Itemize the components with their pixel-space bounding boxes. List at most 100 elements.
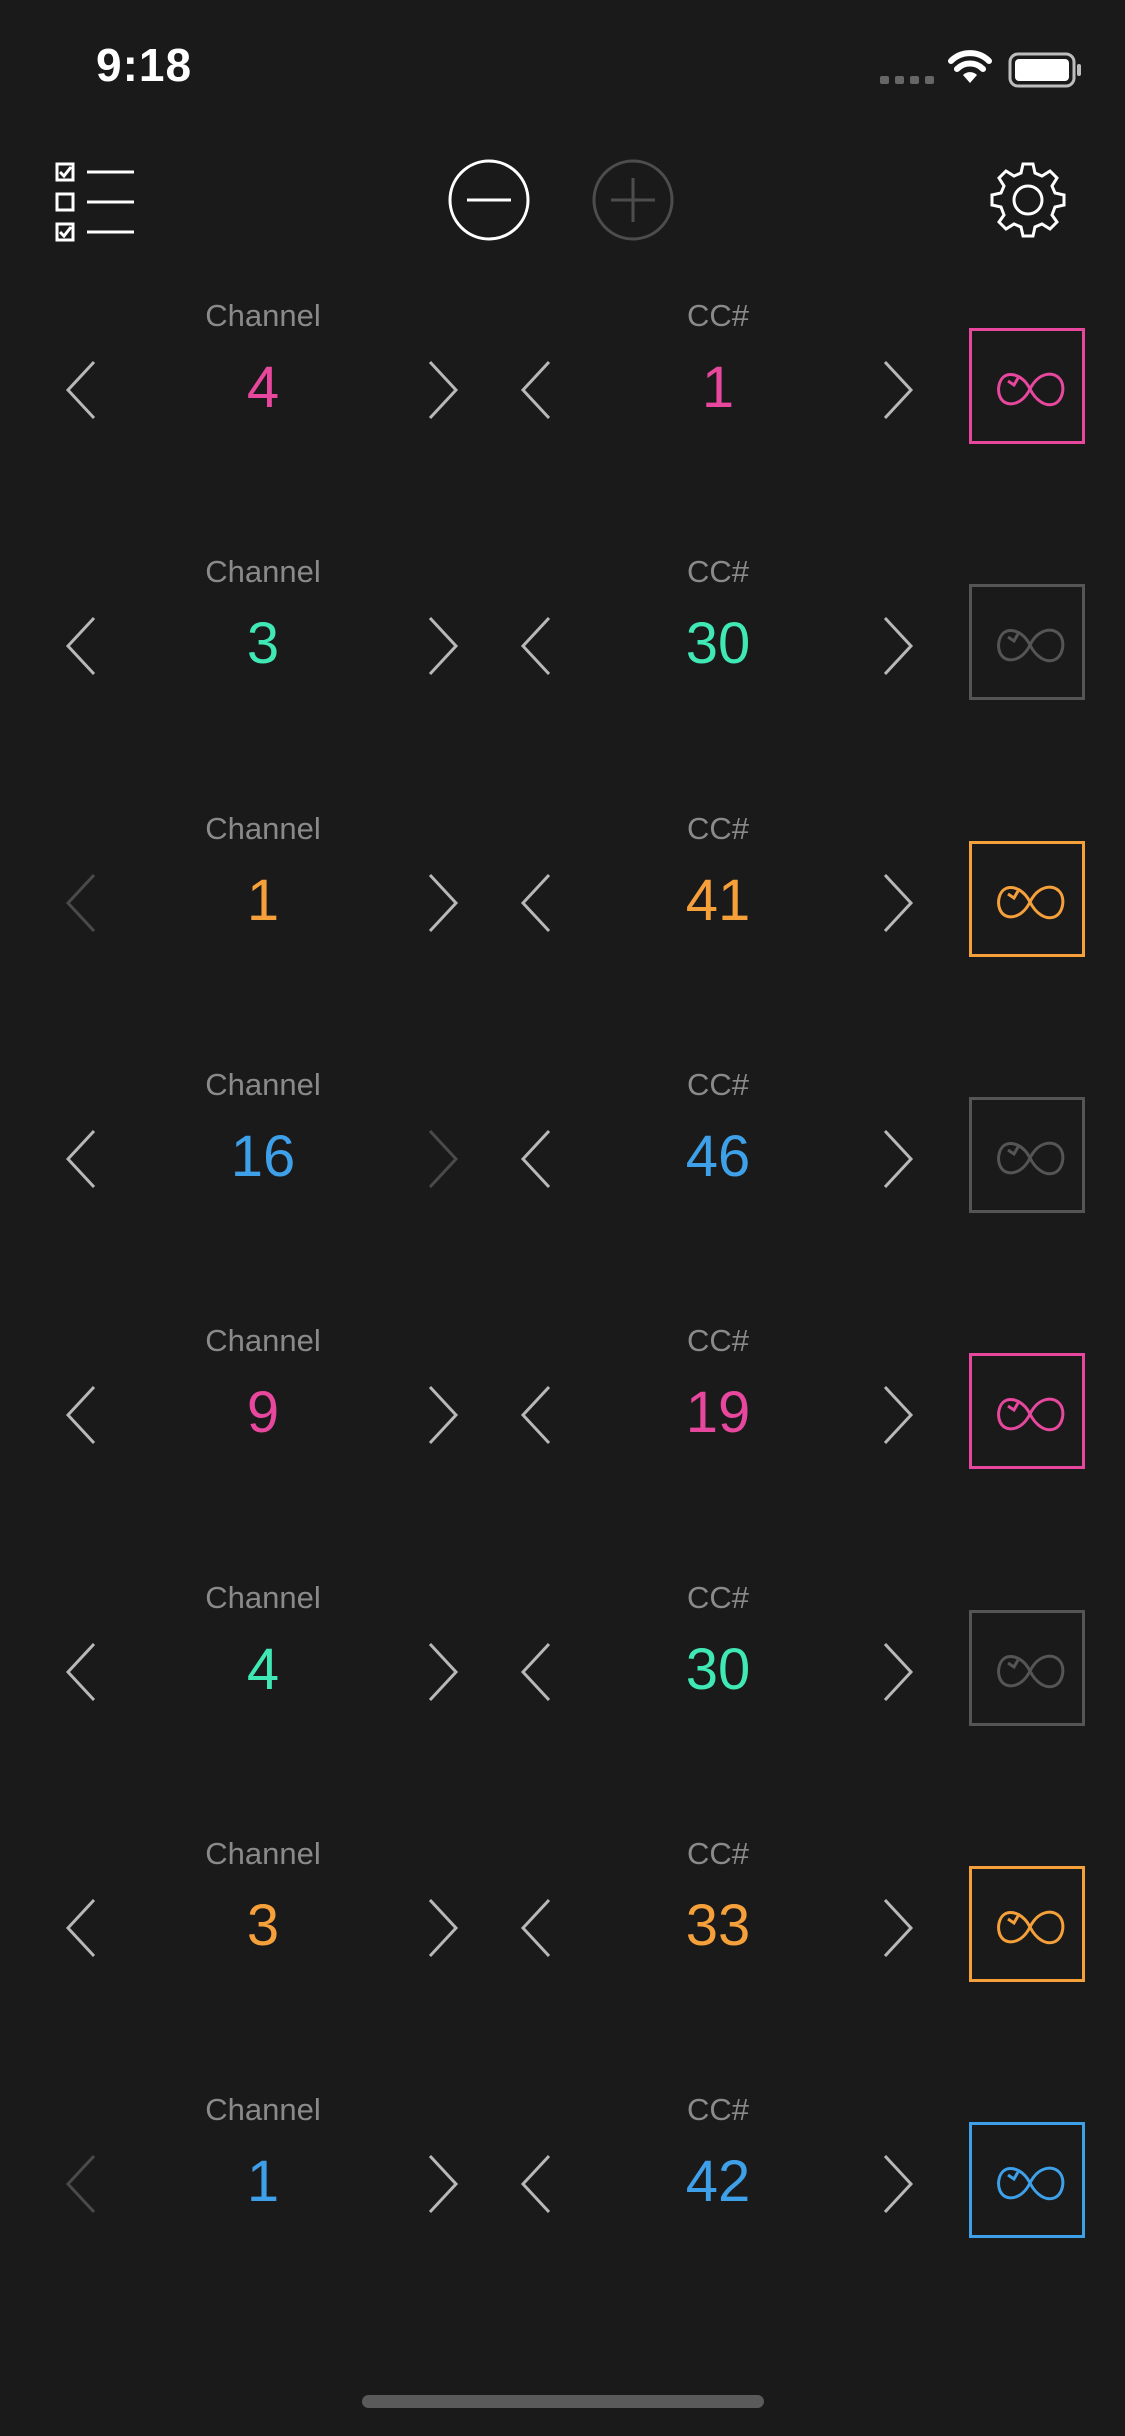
controller-row: Channel CC# 3 30 — [0, 554, 1125, 810]
channel-value: 3 — [246, 1892, 280, 1958]
channel-increment-button[interactable] — [420, 871, 464, 935]
cc-decrement-button[interactable] — [515, 1896, 559, 1960]
cc-label: CC# — [686, 1835, 749, 1871]
chevron-left-icon — [520, 1129, 551, 1188]
cc-increment-button[interactable] — [875, 871, 919, 935]
loop-toggle-button[interactable] — [969, 328, 1085, 444]
add-button[interactable] — [591, 158, 675, 247]
channel-increment-button[interactable] — [420, 1127, 464, 1191]
controller-row: Channel CC# 9 19 — [0, 1323, 1125, 1579]
channel-value: 4 — [246, 355, 280, 420]
cc-decrement-button[interactable] — [515, 1383, 559, 1447]
settings-button[interactable] — [984, 156, 1072, 249]
cc-increment-button[interactable] — [875, 1383, 919, 1447]
chevron-left-icon — [65, 2155, 96, 2214]
chevron-right-icon — [883, 873, 914, 932]
channel-label: Channel — [205, 2092, 321, 2128]
chevron-right-icon — [883, 1642, 914, 1701]
chevron-left-icon — [65, 1386, 96, 1445]
channel-decrement-button[interactable] — [60, 2152, 104, 2216]
channel-decrement-button[interactable] — [60, 358, 104, 422]
cc-increment-button[interactable] — [875, 1127, 919, 1191]
cellular-signal-icon — [880, 76, 934, 84]
cc-decrement-button[interactable] — [515, 614, 559, 678]
cc-increment-button[interactable] — [875, 1640, 919, 1704]
loop-infinity-icon — [997, 1141, 1065, 1176]
cc-increment-button[interactable] — [875, 358, 919, 422]
chevron-right-icon — [428, 1386, 459, 1445]
chevron-right-icon — [883, 617, 914, 676]
loop-infinity-icon — [997, 372, 1065, 407]
loop-infinity-icon — [997, 1654, 1065, 1688]
loop-toggle-button[interactable] — [969, 1353, 1085, 1470]
cc-decrement-button[interactable] — [515, 871, 559, 935]
minus-circle-icon — [448, 159, 530, 241]
status-time: 9:18 — [96, 39, 193, 91]
channel-increment-button[interactable] — [420, 1383, 464, 1447]
chevron-right-icon — [428, 1642, 459, 1701]
controller-row: Channel CC# 3 33 — [0, 1836, 1125, 2092]
cc-increment-button[interactable] — [875, 614, 919, 678]
chevron-right-icon — [428, 360, 459, 420]
channel-decrement-button[interactable] — [60, 614, 104, 678]
loop-toggle-button[interactable] — [969, 2122, 1085, 2239]
chevron-left-icon — [520, 1642, 551, 1701]
cc-label: CC# — [686, 1323, 749, 1359]
chevron-left-icon — [520, 2155, 551, 2214]
status-bar: 9:18 — [0, 0, 1125, 140]
loop-infinity-icon — [997, 2166, 1065, 2201]
cc-decrement-button[interactable] — [515, 1640, 559, 1704]
channel-increment-button[interactable] — [420, 358, 464, 422]
channel-decrement-button[interactable] — [60, 871, 104, 935]
channel-label: Channel — [205, 1066, 321, 1102]
remove-button[interactable] — [447, 158, 531, 247]
chevron-right-icon — [883, 360, 914, 420]
chevron-right-icon — [428, 1129, 459, 1188]
channel-increment-button[interactable] — [420, 2152, 464, 2216]
chevron-left-icon — [65, 1129, 96, 1188]
controller-row: Channel CC# 1 41 — [0, 811, 1125, 1067]
cc-value: 19 — [685, 1380, 751, 1446]
loop-toggle-button[interactable] — [969, 1609, 1085, 1726]
loop-infinity-icon — [997, 885, 1065, 919]
chevron-left-icon — [65, 1898, 96, 1957]
channel-decrement-button[interactable] — [60, 1127, 104, 1191]
chevron-right-icon — [428, 1898, 459, 1957]
cc-value: 41 — [685, 867, 751, 933]
chevron-right-icon — [883, 1386, 914, 1445]
channel-increment-button[interactable] — [420, 1640, 464, 1704]
cc-decrement-button[interactable] — [515, 2152, 559, 2216]
chevron-left-icon — [520, 873, 551, 932]
loop-toggle-button[interactable] — [969, 840, 1085, 957]
chevron-left-icon — [520, 617, 551, 676]
gear-icon — [990, 162, 1066, 238]
wifi-icon — [948, 50, 992, 83]
channel-decrement-button[interactable] — [60, 1383, 104, 1447]
cc-value: 30 — [685, 1636, 751, 1702]
cc-label: CC# — [686, 2092, 749, 2128]
channel-decrement-button[interactable] — [60, 1896, 104, 1960]
cc-decrement-button[interactable] — [515, 1127, 559, 1191]
channel-label: Channel — [205, 1579, 321, 1615]
channel-value: 16 — [230, 1123, 296, 1189]
list-button[interactable] — [54, 156, 138, 249]
loop-toggle-button[interactable] — [969, 1096, 1085, 1213]
loop-toggle-button[interactable] — [969, 1865, 1085, 1982]
cc-label: CC# — [686, 298, 749, 333]
chevron-left-icon — [65, 360, 96, 420]
channel-increment-button[interactable] — [420, 1896, 464, 1960]
cc-increment-button[interactable] — [875, 2152, 919, 2216]
plus-circle-icon — [592, 159, 674, 241]
loop-toggle-button[interactable] — [969, 584, 1085, 701]
controller-row: Channel CC# 4 1 — [0, 298, 1125, 554]
home-indicator — [362, 2395, 764, 2408]
channel-label: Channel — [205, 298, 321, 333]
cc-decrement-button[interactable] — [515, 358, 559, 422]
cc-increment-button[interactable] — [875, 1896, 919, 1960]
cc-value: 46 — [685, 1123, 751, 1189]
loop-infinity-icon — [997, 1397, 1065, 1432]
channel-decrement-button[interactable] — [60, 1640, 104, 1704]
channel-increment-button[interactable] — [420, 614, 464, 678]
toolbar — [0, 150, 1125, 250]
cc-value: 42 — [685, 2149, 751, 2215]
